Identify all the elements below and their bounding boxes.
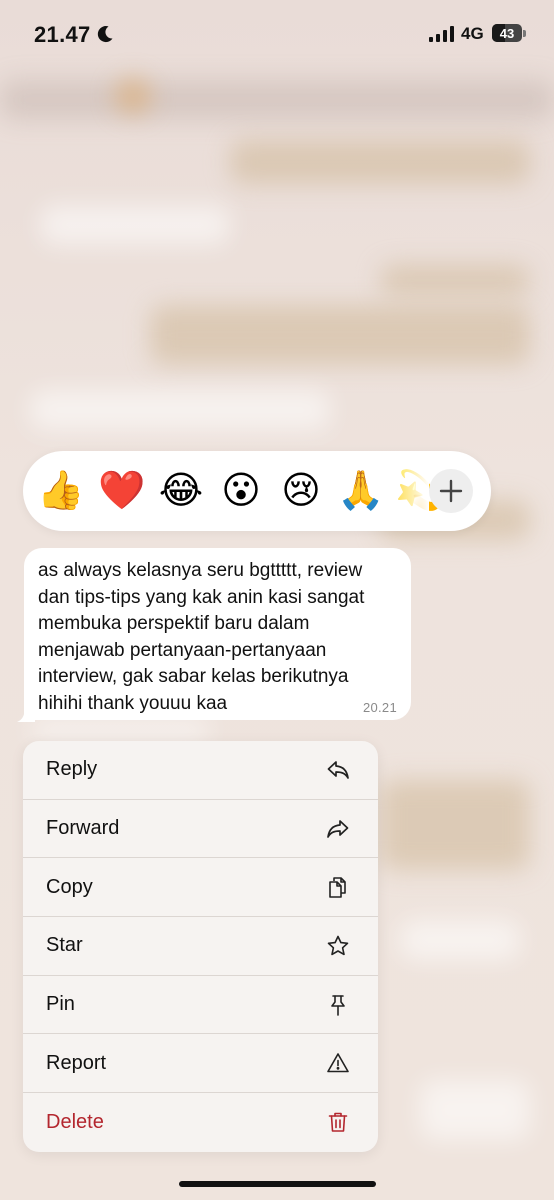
status-time: 21.47: [34, 22, 91, 47]
message-text: as always kelasnya seru bgttttt, review …: [38, 558, 397, 717]
reaction-thumbs-up[interactable]: 👍: [37, 467, 85, 515]
menu-item-star[interactable]: Star: [23, 917, 378, 976]
menu-item-label: Star: [46, 934, 83, 957]
menu-item-label: Report: [46, 1051, 107, 1074]
reaction-tears-of-joy[interactable]: 😂: [157, 467, 205, 515]
reaction-crying[interactable]: 😢: [277, 467, 325, 515]
message-timestamp: 20.21: [362, 700, 397, 715]
battery-icon: 43: [492, 24, 522, 42]
menu-item-report[interactable]: Report: [23, 1034, 378, 1094]
home-indicator[interactable]: [179, 1181, 376, 1187]
reply-icon: [327, 760, 349, 779]
message-line: menjawab pertanyaan-pertanyaan: [38, 639, 327, 661]
plus-icon: [439, 479, 463, 503]
menu-item-copy[interactable]: Copy: [23, 858, 378, 918]
copy-icon: [329, 877, 346, 899]
menu-item-reply[interactable]: Reply: [23, 741, 378, 800]
reaction-surprised[interactable]: 😮: [217, 467, 265, 515]
report-icon: [327, 1053, 349, 1073]
signal-icon: [429, 26, 454, 42]
menu-item-pin[interactable]: Pin: [23, 976, 378, 1035]
network-type: 4G: [461, 24, 484, 43]
message-bubble[interactable]: as always kelasnya seru bgttttt, review …: [24, 548, 411, 720]
context-menu: Reply Forward Copy Star Pin Report Delet…: [23, 741, 378, 1152]
menu-item-label: Forward: [46, 817, 120, 840]
pin-icon: [331, 994, 345, 1016]
battery-level: 43: [499, 25, 515, 41]
menu-item-delete[interactable]: Delete: [23, 1093, 378, 1152]
message-line: membuka perspektif baru dalam: [38, 613, 310, 634]
battery-nub: [523, 30, 526, 37]
reaction-bar: 👍 ❤️ 😂 😮 😢 🙏 💫: [23, 451, 491, 531]
reaction-red-heart[interactable]: ❤️: [98, 467, 146, 515]
add-reaction-button[interactable]: [429, 469, 473, 513]
message-line: dan tips-tips yang kak anin kasi sangat: [38, 586, 365, 608]
reaction-fade: [389, 451, 429, 531]
menu-item-label: Delete: [46, 1110, 104, 1133]
menu-item-label: Reply: [46, 758, 98, 781]
message-line: interview, gak sabar kelas berikutnya: [38, 666, 349, 687]
message-line: as always kelasnya seru bgttttt, review: [38, 560, 363, 581]
menu-item-forward[interactable]: Forward: [23, 800, 378, 859]
star-icon: [327, 935, 349, 956]
trash-icon: [328, 1113, 348, 1133]
reaction-folded-hands[interactable]: 🙏: [337, 467, 385, 515]
menu-item-label: Pin: [46, 993, 75, 1016]
message-line: hihihi thank youuu kaa: [38, 692, 228, 714]
forward-icon: [327, 819, 349, 838]
menu-item-label: Copy: [46, 875, 93, 898]
status-bar: 21.47 4G 43: [0, 0, 554, 70]
moon-icon: [97, 26, 113, 43]
